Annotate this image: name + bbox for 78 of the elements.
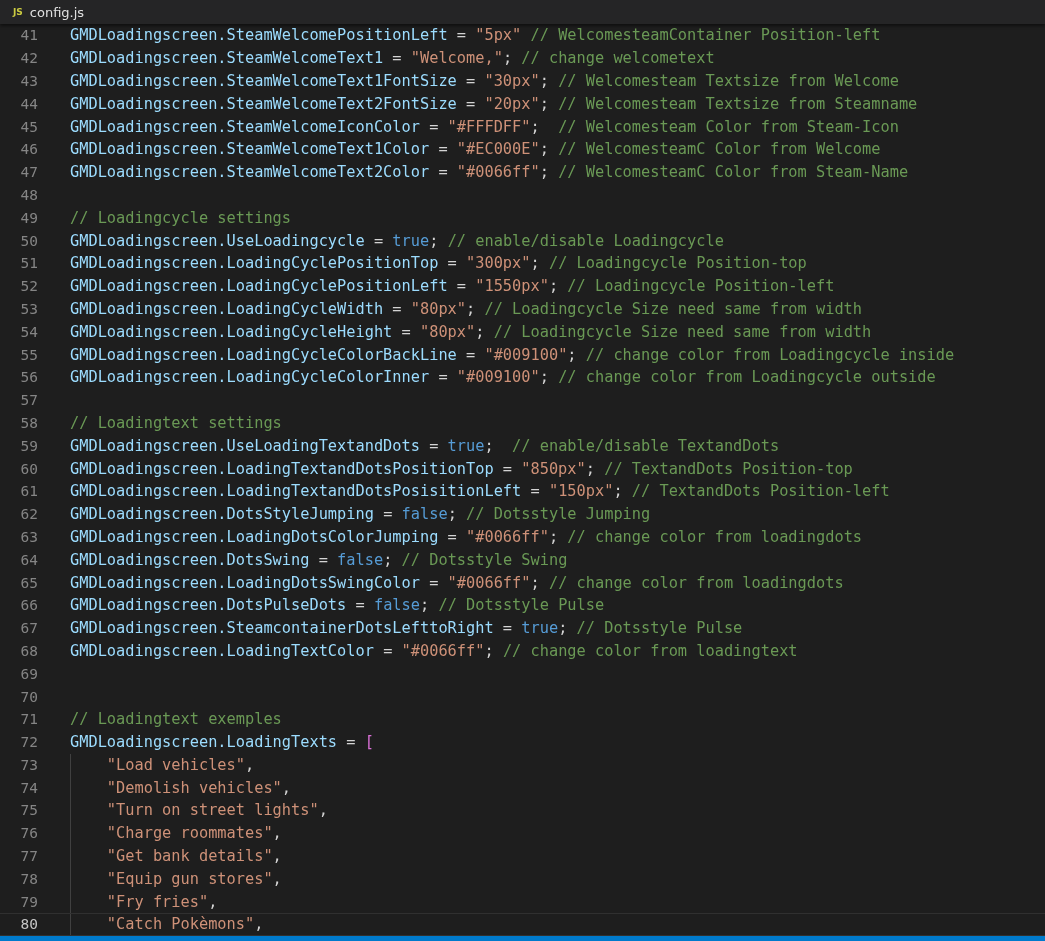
line-number: 75 xyxy=(19,802,38,819)
line-number: 60 xyxy=(19,460,38,477)
code-line: "Turn on street lights", xyxy=(106,801,328,820)
line-number: 52 xyxy=(19,278,38,295)
code-line: GMDLoadingscreen.SteamWelcomePositionLeft = "5px" // WelcomesteamContainer Position-left xyxy=(70,26,881,45)
line-number: 45 xyxy=(19,118,38,135)
code-line: GMDLoadingscreen.SteamWelcomeText1 = "Welcome,"; // change welcometext xyxy=(70,49,715,68)
line-number: 50 xyxy=(19,232,38,249)
code-line: GMDLoadingscreen.SteamWelcomeIconColor = "#FFFDFF"; // Welcomesteam Color from Steam-Icon xyxy=(70,117,899,136)
javascript-file-icon: JS xyxy=(13,7,23,17)
code-line: "Catch Pokèmons", xyxy=(106,915,264,934)
code-line: GMDLoadingscreen.DotsPulseDots = false; // Dotsstyle Pulse xyxy=(70,596,605,615)
code-line: // Loadingtext exemples xyxy=(70,710,282,729)
line-number: 79 xyxy=(19,893,38,910)
code-line: GMDLoadingscreen.LoadingCycleWidth = "80px"; // Loadingcycle Size need same from width xyxy=(70,299,863,318)
line-number: 41 xyxy=(19,27,38,44)
line-number: 55 xyxy=(19,346,38,363)
line-number: 68 xyxy=(19,642,38,659)
code-line: // Loadingtext settings xyxy=(70,413,282,432)
line-number: 69 xyxy=(19,665,38,682)
code-line: GMDLoadingscreen.UseLoadingcycle = true; // enable/disable Loadingcycle xyxy=(70,231,724,250)
code-line: GMDLoadingscreen.LoadingCyclePositionTop = "300px"; // Loadingcycle Position-top xyxy=(70,254,807,273)
code-line: GMDLoadingscreen.DotsStyleJumping = false; // Dotsstyle Jumping xyxy=(70,505,651,524)
line-number: 47 xyxy=(19,164,38,181)
code-line: "Get bank details", xyxy=(106,847,282,866)
line-number: 65 xyxy=(19,574,38,591)
line-number: 61 xyxy=(19,483,38,500)
code-line: GMDLoadingscreen.LoadingCycleColorBackLine = "#009100"; // change color from Loadingcycle inside xyxy=(70,345,955,364)
line-number: 54 xyxy=(19,323,38,340)
code-line: "Charge roommates", xyxy=(106,824,282,843)
code-line: GMDLoadingscreen.UseLoadingTextandDots = true; // enable/disable TextandDots xyxy=(70,436,780,455)
code-line: GMDLoadingscreen.DotsSwing = false; // Dotsstyle Swing xyxy=(70,550,568,569)
line-number: 78 xyxy=(19,870,38,887)
line-number: 76 xyxy=(19,825,38,842)
code-line: GMDLoadingscreen.SteamWelcomeText2Color = "#0066ff"; // WelcomesteamC Color from Steam-Name xyxy=(70,163,909,182)
code-line: GMDLoadingscreen.LoadingDotsColorJumping = "#0066ff"; // change color from loadingdots xyxy=(70,527,863,546)
line-number: 67 xyxy=(19,620,38,637)
code-line: GMDLoadingscreen.LoadingTextColor = "#0066ff"; // change color from loadingtext xyxy=(70,641,798,660)
code-line: GMDLoadingscreen.SteamWelcomeText1Color = "#EC000E"; // WelcomesteamC Color from Welcome xyxy=(70,140,881,159)
line-number: 57 xyxy=(19,392,38,409)
code-line: GMDLoadingscreen.LoadingCyclePositionLeft = "1550px"; // Loadingcycle Position-left xyxy=(70,277,835,296)
file-tab[interactable]: JS config.js xyxy=(0,0,93,24)
line-number: 64 xyxy=(19,551,38,568)
line-number: 53 xyxy=(19,300,38,317)
code-line: // Loadingcycle settings xyxy=(70,208,292,227)
code-line: "Fry fries", xyxy=(106,892,218,911)
code-line: GMDLoadingscreen.LoadingCycleColorInner = "#009100"; // change color from Loadingcycle outside xyxy=(70,368,936,387)
line-number: 63 xyxy=(19,528,38,545)
code-line: GMDLoadingscreen.LoadingTexts = [ xyxy=(70,733,374,752)
line-number: 80 xyxy=(19,916,38,933)
code-line: GMDLoadingscreen.SteamWelcomeText1FontSize = "30px"; // Welcomesteam Textsize from Welcome xyxy=(70,72,899,90)
line-number: 77 xyxy=(19,848,38,865)
code-line: GMDLoadingscreen.LoadingTextandDotsPosisitionLeft = "150px"; // TextandDots Position-left xyxy=(70,482,890,501)
line-number: 48 xyxy=(19,186,38,203)
line-number: 73 xyxy=(19,756,38,773)
line-number: 59 xyxy=(19,437,38,454)
line-number: 42 xyxy=(19,50,38,67)
code-line: "Demolish vehicles", xyxy=(106,778,292,797)
line-number: 51 xyxy=(19,255,38,272)
line-number: 62 xyxy=(19,506,38,523)
line-number: 71 xyxy=(19,711,38,728)
line-number: 44 xyxy=(19,95,38,112)
line-number: 49 xyxy=(19,209,38,226)
line-number: 72 xyxy=(19,734,38,751)
code-line: GMDLoadingscreen.LoadingCycleHeight = "80px"; // Loadingcycle Size need same from width xyxy=(70,322,872,341)
line-number: 58 xyxy=(19,414,38,431)
code-line: "Load vehicles", xyxy=(106,755,255,774)
code-line: "Equip gun stores", xyxy=(106,869,282,888)
line-number: 46 xyxy=(19,141,38,158)
line-number: 66 xyxy=(19,597,38,614)
line-number: 74 xyxy=(19,779,38,796)
line-number: 56 xyxy=(19,369,38,386)
code-line: GMDLoadingscreen.SteamcontainerDotsLefttoRight = true; // Dotsstyle Pulse xyxy=(70,619,743,638)
line-number: 70 xyxy=(19,688,38,705)
code-line: GMDLoadingscreen.SteamWelcomeText2FontSize = "20px"; // Welcomesteam Textsize from Steamname xyxy=(70,94,918,113)
code-line: GMDLoadingscreen.LoadingTextandDotsPositionTop = "850px"; // TextandDots Position-top xyxy=(70,459,853,478)
line-number: 43 xyxy=(19,73,38,89)
code-line: GMDLoadingscreen.LoadingDotsSwingColor = "#0066ff"; // change color from loadingdots xyxy=(70,573,844,592)
